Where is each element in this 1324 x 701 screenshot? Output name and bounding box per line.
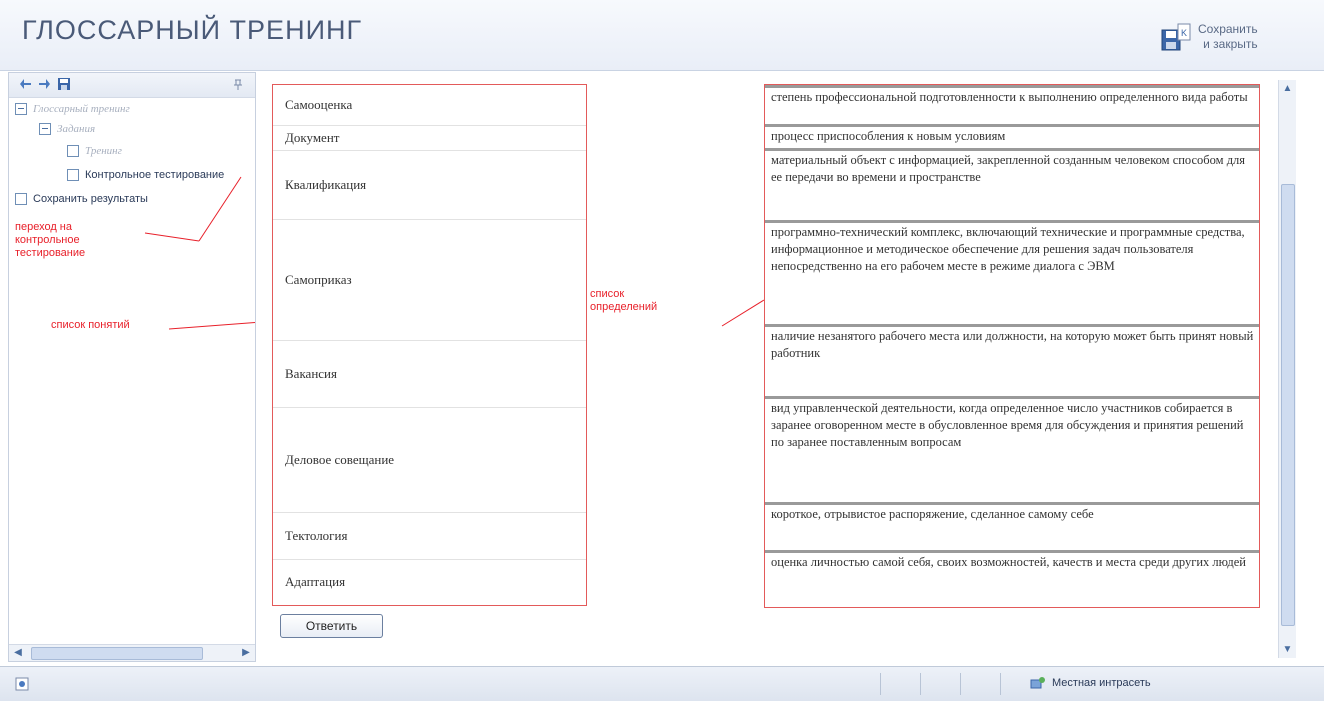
- definition-item[interactable]: процесс приспособления к новым условиям: [765, 127, 1259, 151]
- definition-item[interactable]: материальный объект с информацией, закре…: [765, 151, 1259, 223]
- scroll-thumb[interactable]: [31, 647, 203, 660]
- tree-node-tasks[interactable]: Задания: [39, 123, 95, 135]
- scroll-up-icon[interactable]: ▲: [1280, 81, 1295, 96]
- definition-item[interactable]: программно-технический комплекс, включаю…: [765, 223, 1259, 327]
- collapse-icon: [15, 103, 27, 115]
- item-checkbox-icon: [15, 193, 27, 205]
- scroll-left-icon[interactable]: ◀: [11, 646, 25, 660]
- status-separator: [1000, 673, 1001, 695]
- status-separator: [920, 673, 921, 695]
- concept-item[interactable]: Квалификация: [273, 151, 586, 220]
- collapse-icon: [39, 123, 51, 135]
- status-separator: [880, 673, 881, 695]
- security-zone: Местная интрасеть: [1030, 675, 1151, 691]
- vertical-scrollbar[interactable]: ▲ ▼: [1278, 80, 1296, 658]
- concept-list: Самооценка Документ Квалификация Самопри…: [272, 84, 587, 606]
- answer-button[interactable]: Ответить: [280, 614, 383, 638]
- save-close-icon: K: [1161, 23, 1191, 51]
- training-area: Самооценка Документ Квалификация Самопри…: [262, 72, 1296, 660]
- svg-text:K: K: [1181, 28, 1187, 38]
- scroll-down-icon[interactable]: ▼: [1280, 642, 1295, 657]
- annotation-definition-list: список определений: [590, 288, 658, 313]
- status-separator: [960, 673, 961, 695]
- item-checkbox-icon: [67, 169, 79, 181]
- concept-item[interactable]: Самооценка: [273, 85, 586, 126]
- pin-icon[interactable]: [231, 77, 245, 91]
- concept-item[interactable]: Самоприказ: [273, 220, 586, 341]
- page-title: ГЛОССАРНЫЙ ТРЕНИНГ: [22, 15, 363, 45]
- annotation-go-to-testing: переход на контрольное тестирование: [15, 221, 86, 259]
- concept-item[interactable]: Тектология: [273, 513, 586, 560]
- save-icon[interactable]: [57, 77, 71, 91]
- scroll-thumb[interactable]: [1281, 184, 1295, 626]
- tree-node-save-results[interactable]: Сохранить результаты: [15, 193, 148, 205]
- definition-item[interactable]: наличие незанятого рабочего места или до…: [765, 327, 1259, 399]
- concept-item[interactable]: Деловое совещание: [273, 408, 586, 513]
- scroll-right-icon[interactable]: ▶: [239, 646, 253, 660]
- tree-node-glossary-training[interactable]: Глоссарный тренинг: [15, 103, 130, 115]
- page-status-icon: [15, 677, 29, 691]
- annotation-concept-list: список понятий: [51, 319, 130, 331]
- status-bar: Местная интрасеть: [0, 666, 1324, 701]
- nav-toolbar: [9, 73, 255, 98]
- header-bar: ГЛОССАРНЫЙ ТРЕНИНГ K Сохранить и закрыть: [0, 0, 1324, 71]
- concept-item[interactable]: Адаптация: [273, 560, 586, 604]
- save-and-close-button[interactable]: K Сохранить и закрыть: [1160, 22, 1258, 54]
- annotation-arrow-defs: [721, 299, 765, 327]
- definition-item[interactable]: оценка личностью самой себя, своих возмо…: [765, 553, 1259, 607]
- save-close-label: Сохранить и закрыть: [1198, 22, 1258, 51]
- forward-arrow-icon[interactable]: [37, 77, 51, 91]
- annotation-arrows: [144, 176, 255, 330]
- tree-node-training[interactable]: Тренинг: [67, 145, 122, 157]
- horizontal-scrollbar[interactable]: ◀ ▶: [9, 644, 255, 661]
- intranet-icon: [1030, 677, 1045, 689]
- navigation-pane: Глоссарный тренинг Задания Тренинг Контр…: [8, 72, 256, 662]
- tree-node-control-testing[interactable]: Контрольное тестирование: [67, 169, 255, 181]
- definition-item[interactable]: короткое, отрывистое распоряжение, сдела…: [765, 505, 1259, 553]
- back-arrow-icon[interactable]: [19, 77, 33, 91]
- definition-list: степень профессиональной подготовленност…: [764, 84, 1260, 608]
- item-checkbox-icon: [67, 145, 79, 157]
- concept-item[interactable]: Вакансия: [273, 341, 586, 408]
- definition-item[interactable]: степень профессиональной подготовленност…: [765, 85, 1259, 127]
- concept-item[interactable]: Документ: [273, 126, 586, 151]
- definition-item[interactable]: вид управленческой деятельности, когда о…: [765, 399, 1259, 505]
